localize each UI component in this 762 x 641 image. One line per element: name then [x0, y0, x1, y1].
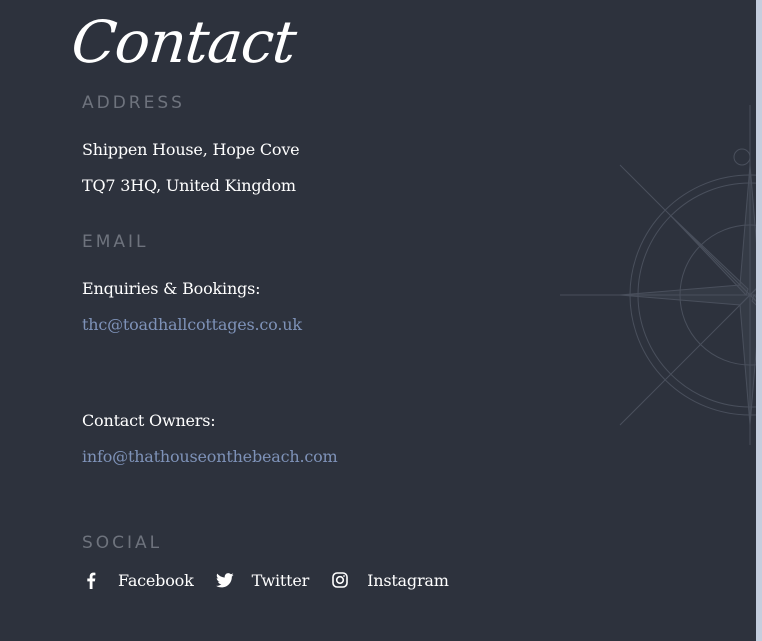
- page-title: Contact: [68, 8, 299, 76]
- twitter-icon: [215, 571, 234, 589]
- enquiries-email-container: thc@toadhallcottages.co.uk: [82, 315, 302, 335]
- facebook-icon: [82, 571, 100, 589]
- email-label: EMAIL: [82, 232, 149, 252]
- facebook-label: Facebook: [118, 570, 194, 590]
- social-label: SOCIAL: [82, 533, 163, 553]
- instagram-label: Instagram: [367, 570, 449, 590]
- instagram-icon: [331, 571, 349, 589]
- twitter-label: Twitter: [251, 570, 310, 590]
- compass-rose-icon: [560, 105, 756, 445]
- owners-label: Contact Owners:: [82, 411, 216, 430]
- address-line-2: TQ7 3HQ, United Kingdom: [82, 176, 296, 195]
- window-edge: [756, 0, 762, 641]
- address-line-1: Shippen House, Hope Cove: [82, 140, 300, 159]
- twitter-link[interactable]: Twitter: [215, 570, 310, 590]
- social-links: Facebook Twitter Instagram: [82, 568, 471, 592]
- owners-email-container: info@thathouseonthebeach.com: [82, 447, 338, 467]
- owners-email-link[interactable]: info@thathouseonthebeach.com: [82, 447, 338, 466]
- instagram-link[interactable]: Instagram: [331, 571, 449, 590]
- facebook-link[interactable]: Facebook: [82, 571, 194, 590]
- address-label: ADDRESS: [82, 93, 185, 113]
- contact-section: Contact ADDRESS Shippen House, Hope Cove…: [0, 0, 756, 641]
- enquiries-email-link[interactable]: thc@toadhallcottages.co.uk: [82, 315, 302, 334]
- enquiries-label: Enquiries & Bookings:: [82, 279, 261, 298]
